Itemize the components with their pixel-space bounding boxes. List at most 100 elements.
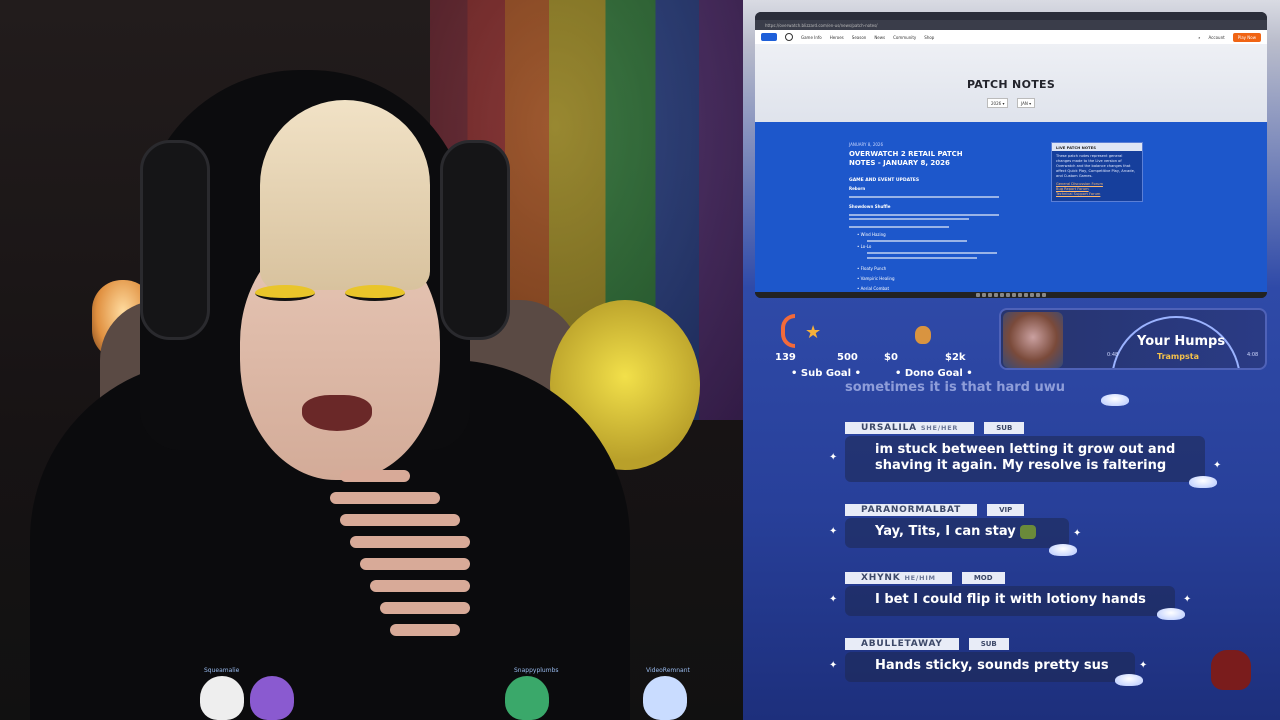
- nav-news[interactable]: News: [874, 35, 885, 40]
- page-title: PATCH NOTES: [966, 78, 1056, 91]
- nav-game-info[interactable]: Game Info: [801, 35, 822, 40]
- taskbar-icon[interactable]: [1018, 293, 1022, 297]
- year-select[interactable]: 2026 ▾: [987, 98, 1009, 108]
- sparkle-icon: ✦: [829, 452, 838, 463]
- taskbar-icon[interactable]: [1042, 293, 1046, 297]
- stream-screen: Squeamalie Snappyplumbs VideoRemnant htt…: [0, 0, 1280, 720]
- chat-role-badge: MOD: [961, 572, 1005, 584]
- taskbar-icon[interactable]: [1030, 293, 1034, 297]
- sub-goal-current: 139: [775, 352, 796, 363]
- chat-text: Yay, Tits, I can stay: [845, 518, 1069, 548]
- nav-season[interactable]: Season: [852, 35, 867, 40]
- shirt-cutouts: [320, 470, 490, 670]
- taskbar-icon[interactable]: [976, 293, 980, 297]
- section-heading: GAME AND EVENT UPDATES: [849, 178, 920, 183]
- bullet-item: • Vampiric Healing: [857, 276, 895, 281]
- bullet-item: • Lo-Lo: [857, 244, 872, 249]
- taskbar: [755, 292, 1267, 298]
- dono-goal-target: $2k: [945, 352, 966, 363]
- sparkle-icon: ✦: [829, 526, 838, 537]
- text-line: [867, 240, 967, 242]
- eye-left: [255, 285, 315, 301]
- overwatch-logo-icon[interactable]: [785, 33, 793, 41]
- sub-heading-2: Showdown Shuffle: [849, 204, 891, 209]
- song-artist: Trampsta: [1157, 352, 1199, 361]
- headphone-right-icon: [440, 140, 510, 340]
- dono-goal-current: $0: [884, 352, 898, 363]
- star-icon: ★: [805, 322, 822, 343]
- overlay-panel: https://overwatch.blizzard.com/en-us/new…: [743, 0, 1280, 720]
- album-art: [1003, 312, 1063, 368]
- address-bar[interactable]: https://overwatch.blizzard.com/en-us/new…: [755, 20, 1267, 30]
- lotus-icon: [1115, 674, 1143, 686]
- text-line: [849, 226, 949, 228]
- chat-message: XHYNK HE/HIM MOD I bet I could flip it w…: [845, 572, 1175, 616]
- mouth: [302, 395, 372, 431]
- emote-icon: [1019, 524, 1036, 539]
- chat-username: PARANORMALBAT: [845, 504, 978, 516]
- stream-avatars: Squeamalie Snappyplumbs VideoRemnant: [0, 660, 743, 720]
- taskbar-icon[interactable]: [1024, 293, 1028, 297]
- sparkle-icon: ✦: [1213, 460, 1222, 471]
- blizzard-logo-icon[interactable]: [761, 33, 777, 41]
- dono-goal-label: • Dono Goal •: [895, 368, 973, 379]
- panda-avatar-icon: [200, 676, 244, 720]
- song-title: Your Humps: [1137, 334, 1226, 349]
- sparkle-icon: ✦: [829, 594, 838, 605]
- nav-community[interactable]: Community: [893, 35, 916, 40]
- money-bag-icon: [915, 326, 931, 344]
- chat-overlay: sometimes it is that hard uwu URSALILA S…: [743, 380, 1280, 720]
- livebox-body: These patch notes represent general chan…: [1056, 154, 1135, 178]
- text-line: [849, 214, 999, 216]
- play-now-button[interactable]: Play Now: [1232, 32, 1261, 42]
- lotus-icon: [1101, 394, 1129, 406]
- avatar-name: Squeamalie: [204, 667, 240, 674]
- livebox-header: LIVE PATCH NOTES: [1052, 143, 1142, 151]
- sub-heading: Reborn: [849, 186, 866, 191]
- text-line: [867, 252, 997, 254]
- taskbar-icon[interactable]: [1036, 293, 1040, 297]
- chat-message: PARANORMALBAT VIP Yay, Tits, I can stay: [845, 504, 1069, 548]
- chat-message: URSALILA SHE/HER SUB im stuck between le…: [845, 422, 1205, 482]
- chat-message: ABULLETAWAY SUB Hands sticky, sounds pre…: [845, 638, 1135, 682]
- sub-goal-progress-arc: [781, 314, 795, 348]
- chat-username: XHYNK HE/HIM: [845, 572, 952, 584]
- bullet-item: • Floaty Punch: [857, 266, 887, 271]
- chat-text: I bet I could flip it with lotiony hands: [845, 586, 1175, 616]
- chat-role-badge: VIP: [987, 504, 1025, 516]
- taskbar-icon[interactable]: [1000, 293, 1004, 297]
- song-duration: 4:08: [1247, 352, 1259, 358]
- nav-heroes[interactable]: Heroes: [830, 35, 844, 40]
- taskbar-icon[interactable]: [988, 293, 992, 297]
- chat-username: URSALILA SHE/HER: [845, 422, 975, 434]
- live-patch-notes-box: LIVE PATCH NOTES These patch notes repre…: [1051, 142, 1143, 202]
- nav-shop[interactable]: Shop: [924, 35, 934, 40]
- month-select[interactable]: JAN ▾: [1017, 98, 1036, 108]
- taskbar-icon[interactable]: [1012, 293, 1016, 297]
- headphone-left-icon: [140, 140, 210, 340]
- taskbar-icon[interactable]: [1006, 293, 1010, 297]
- taskbar-icon[interactable]: [994, 293, 998, 297]
- search-icon[interactable]: ⌕: [1198, 35, 1200, 40]
- article-title: OVERWATCH 2 RETAIL PATCH NOTES - JANUARY…: [849, 150, 963, 167]
- goals-widget: ★ 139 500 • Sub Goal • $0 $2k • Dono Goa…: [761, 312, 1001, 382]
- lotus-icon: [1189, 476, 1217, 488]
- chat-username: ABULLETAWAY: [845, 638, 959, 650]
- text-line: [849, 218, 969, 220]
- hero-banner: PATCH NOTES 2026 ▾ JAN ▾: [755, 44, 1267, 122]
- chat-text: im stuck between letting it grow out and…: [845, 436, 1205, 482]
- taskbar-icon[interactable]: [982, 293, 986, 297]
- account-link[interactable]: Account: [1209, 35, 1225, 40]
- text-line: [867, 257, 977, 259]
- chat-role-badge: SUB: [968, 638, 1009, 650]
- eye-right: [345, 285, 405, 301]
- webcam-feed: Squeamalie Snappyplumbs VideoRemnant: [0, 0, 743, 720]
- cat-mascot-icon: [1211, 650, 1251, 690]
- lotus-icon: [1049, 544, 1077, 556]
- avatar-name: Snappyplumbs: [514, 667, 559, 674]
- lotus-icon: [1157, 608, 1185, 620]
- bullet-item: • Wind Hazing: [857, 232, 886, 237]
- browser-capture: https://overwatch.blizzard.com/en-us/new…: [755, 12, 1267, 298]
- forum-link[interactable]: Technical Support Forum: [1052, 192, 1142, 197]
- browser-tabs[interactable]: [755, 12, 1267, 20]
